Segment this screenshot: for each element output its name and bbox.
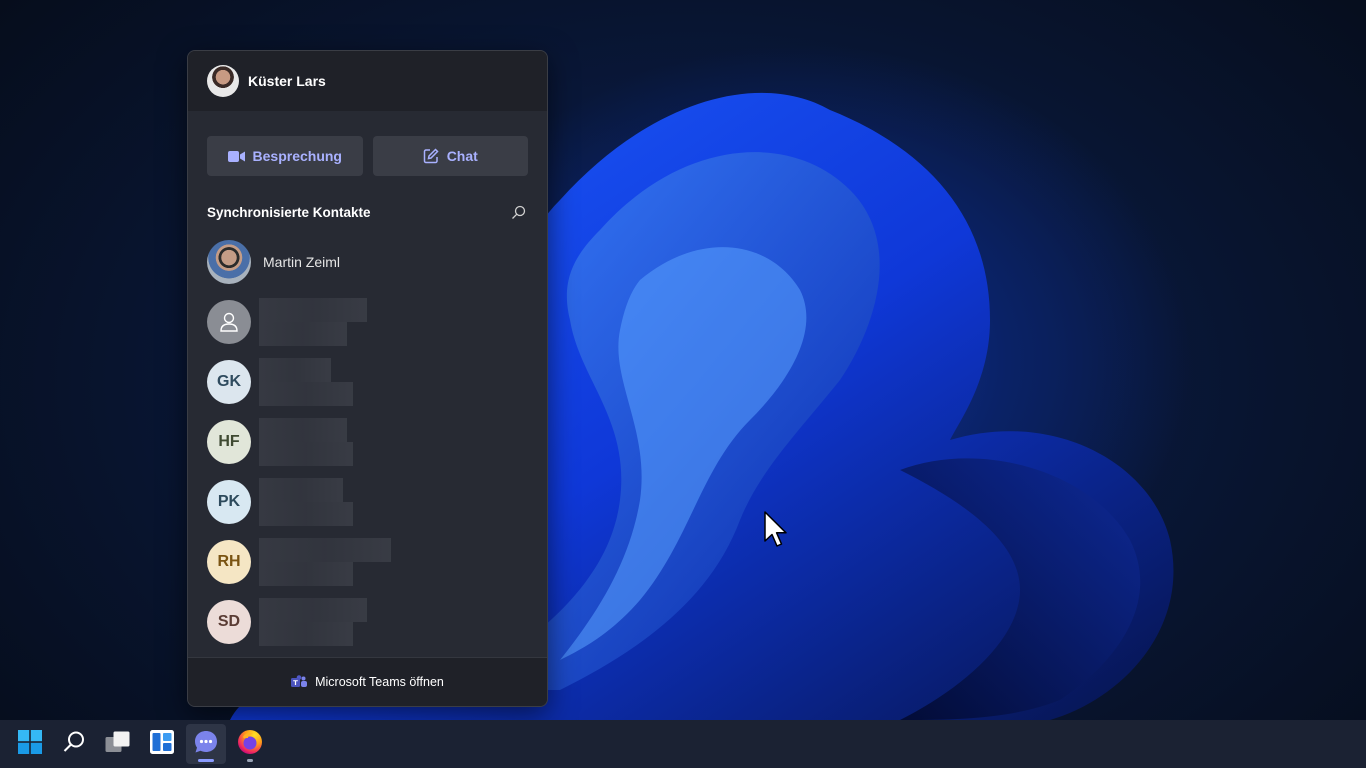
person-icon	[207, 300, 251, 344]
contact-name: Martin Zeiml	[263, 254, 341, 270]
chat-button[interactable]: Chat	[372, 136, 528, 176]
mouse-cursor-icon	[764, 511, 788, 554]
compose-icon	[423, 148, 439, 164]
meeting-button[interactable]: Besprechung	[207, 136, 363, 176]
windows-start-icon	[18, 729, 42, 759]
initials-avatar: HF	[207, 420, 251, 464]
contact-item[interactable]	[207, 292, 547, 352]
redacted-name	[259, 478, 353, 526]
contacts-title: Synchronisierte Kontakte	[207, 204, 371, 220]
redacted-name	[259, 298, 367, 346]
chat-flyout: Küster Lars Besprechung Chat Synchronisi…	[187, 50, 548, 707]
contact-item[interactable]: PK	[207, 472, 547, 532]
avatar-initials: GK	[217, 373, 241, 390]
initials-avatar: GK	[207, 360, 251, 404]
contact-martin-zeiml[interactable]: Martin Zeiml	[207, 232, 547, 292]
contact-list: Martin Zeiml GK HF PK RH SD	[188, 232, 547, 652]
active-indicator	[198, 759, 214, 762]
chat-taskbar-button[interactable]	[186, 724, 226, 764]
widgets-button[interactable]	[142, 724, 182, 764]
start-button[interactable]	[10, 724, 50, 764]
open-teams-label: Microsoft Teams öffnen	[315, 675, 444, 689]
chat-icon	[193, 729, 219, 760]
firefox-button[interactable]	[230, 724, 270, 764]
redacted-name	[259, 418, 353, 466]
teams-icon	[291, 675, 308, 689]
action-row: Besprechung Chat	[188, 111, 547, 176]
search-icon[interactable]	[511, 205, 526, 220]
redacted-name	[259, 598, 367, 646]
task-view-button[interactable]	[98, 724, 138, 764]
contact-item[interactable]: SD	[207, 592, 547, 652]
open-teams-link[interactable]: Microsoft Teams öffnen	[188, 657, 547, 706]
contacts-header: Synchronisierte Kontakte	[188, 202, 547, 222]
firefox-icon	[237, 729, 263, 760]
contact-item[interactable]: GK	[207, 352, 547, 412]
avatar-initials: HF	[218, 433, 240, 450]
avatar-initials: SD	[217, 613, 241, 630]
contact-item[interactable]: RH	[207, 532, 547, 592]
user-avatar[interactable]	[207, 65, 239, 97]
avatar-initials: RH	[217, 553, 241, 570]
redacted-name	[259, 538, 391, 586]
avatar-initials: PK	[217, 493, 241, 510]
running-indicator	[247, 759, 253, 762]
task-view-icon	[105, 731, 131, 758]
video-camera-icon	[227, 150, 245, 163]
meeting-button-label: Besprechung	[252, 148, 342, 164]
widgets-icon	[150, 729, 174, 759]
contact-photo-avatar	[207, 240, 251, 284]
taskbar	[0, 720, 1366, 768]
taskbar-search-button[interactable]	[54, 724, 94, 764]
redacted-name	[259, 358, 353, 406]
chat-button-label: Chat	[446, 148, 478, 164]
initials-avatar: PK	[207, 480, 251, 524]
initials-avatar: SD	[207, 600, 251, 644]
user-name: Küster Lars	[248, 73, 326, 89]
initials-avatar: RH	[207, 540, 251, 584]
contact-item[interactable]: HF	[207, 412, 547, 472]
search-icon	[62, 730, 86, 759]
flyout-header: Küster Lars	[188, 51, 547, 111]
